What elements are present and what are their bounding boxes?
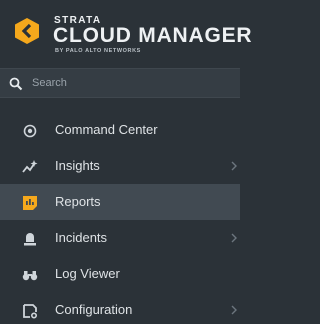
chevron-right-icon [231,233,237,243]
search-input[interactable]: Search [0,68,240,98]
sidebar-item-label: Command Center [55,122,158,137]
sidebar-item-incidents[interactable]: Incidents [0,220,240,256]
sidebar-item-label: Insights [55,158,100,173]
sidebar-item-label: Log Viewer [55,266,120,281]
binoculars-icon [22,271,38,281]
strata-logo-icon [15,18,39,44]
sidebar-item-label: Configuration [55,302,133,317]
search-placeholder: Search [32,77,67,89]
sidebar-nav: Command Center Insights Reports Incident… [0,112,240,324]
sidebar-item-insights[interactable]: Insights [0,148,240,184]
sidebar-item-reports[interactable]: Reports [0,184,240,220]
brand-subtitle: BY PALO ALTO NETWORKS [55,48,141,54]
brand-header[interactable]: STRATA CLOUD MANAGER BY PALO ALTO NETWOR… [0,0,252,62]
sidebar-item-configuration[interactable]: Configuration [0,292,240,324]
search-icon [9,77,23,91]
sidebar-item-label: Incidents [55,230,108,245]
chevron-right-icon [231,305,237,315]
sidebar-item-log-viewer[interactable]: Log Viewer [0,256,240,292]
brand-title: CLOUD MANAGER [53,24,253,47]
sidebar-item-label: Reports [55,194,101,209]
chevron-right-icon [231,161,237,171]
sidebar-item-command-center[interactable]: Command Center [0,112,240,148]
reports-icon [23,196,37,210]
alarm-icon [24,233,36,246]
insights-icon [22,160,38,173]
target-icon [23,124,37,138]
config-icon [23,304,38,319]
